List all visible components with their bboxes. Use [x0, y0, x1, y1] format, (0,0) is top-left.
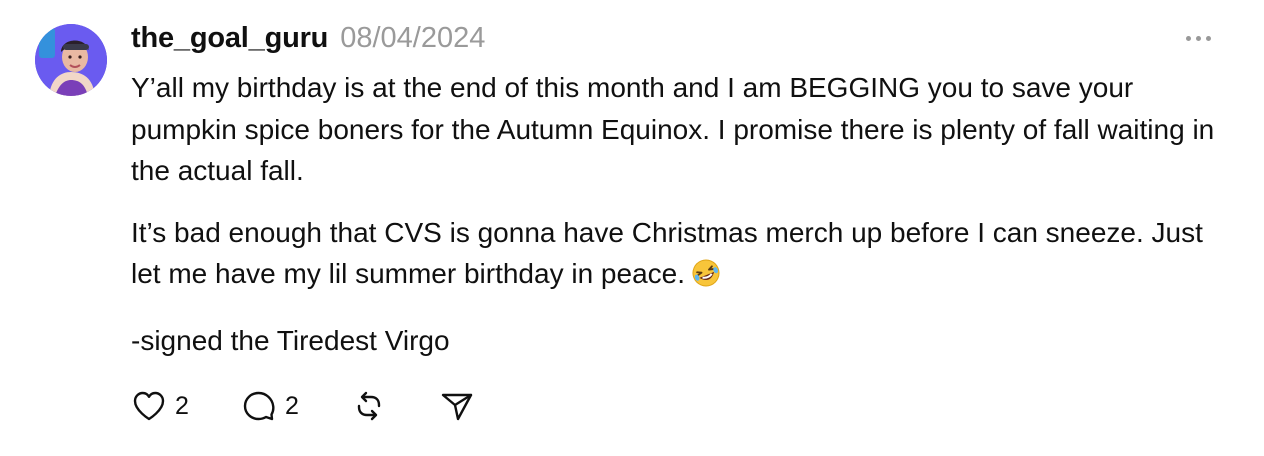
post-body: Y’all my birthday is at the end of this …: [131, 67, 1221, 381]
post-signature-text: -signed the Tiredest Virgo: [131, 324, 450, 356]
post-paragraph: It’s bad enough that CVS is gonna have C…: [131, 212, 1221, 300]
repost-icon: [357, 391, 381, 421]
rolling-on-floor-laughing-emoji: [691, 258, 721, 300]
more-options-icon: [1185, 35, 1191, 41]
post-paragraph-text: Y’all my birthday is at the end of this …: [131, 72, 1215, 186]
avatar[interactable]: [35, 24, 107, 96]
send-icon: [441, 393, 473, 421]
heart-icon: [133, 391, 165, 421]
avatar-photo: [35, 24, 107, 96]
laughing-emoji-icon: [692, 259, 720, 287]
thread-post: the_goal_guru 08/04/2024 Y’all my birthd…: [0, 0, 1264, 456]
username[interactable]: the_goal_guru: [131, 22, 328, 55]
reply-count: 2: [285, 391, 299, 420]
repost-button[interactable]: [351, 388, 439, 424]
comment-icon: [243, 391, 275, 421]
post-actions: 2 2: [131, 385, 479, 427]
more-options-dot: [1195, 35, 1201, 41]
more-options-dot: [1205, 35, 1211, 41]
post-paragraph: Y’all my birthday is at the end of this …: [131, 67, 1221, 192]
post-header: the_goal_guru 08/04/2024: [131, 18, 485, 58]
share-button[interactable]: [439, 388, 479, 424]
post-date: 08/04/2024: [340, 21, 486, 54]
post-paragraph-text: It’s bad enough that CVS is gonna have C…: [131, 216, 1203, 290]
like-button[interactable]: 2: [131, 388, 241, 424]
post-signature: -signed the Tiredest Virgo: [131, 320, 1221, 362]
reply-button[interactable]: 2: [241, 388, 351, 424]
more-options-button[interactable]: [1178, 25, 1218, 51]
like-count: 2: [175, 391, 189, 420]
